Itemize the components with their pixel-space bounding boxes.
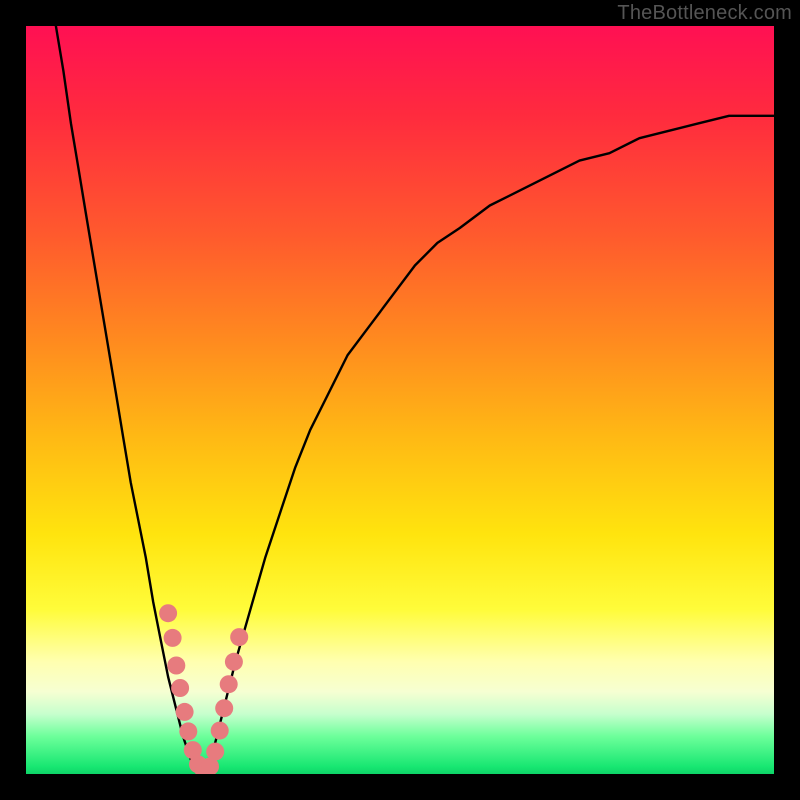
curve-marker-dot [206, 743, 224, 761]
curve-layer [26, 26, 774, 774]
curve-marker-dot [179, 722, 197, 740]
curve-marker-dot [220, 675, 238, 693]
curve-marker-dot [164, 629, 182, 647]
plot-area [26, 26, 774, 774]
curve-marker-dot [211, 722, 229, 740]
watermark-text: TheBottleneck.com [617, 2, 792, 25]
chart-frame: TheBottleneck.com [0, 0, 800, 800]
bottleneck-curve-path [56, 26, 774, 774]
curve-marker-dot [176, 703, 194, 721]
curve-marker-dot [159, 604, 177, 622]
curve-marker-dot [167, 657, 185, 675]
curve-marker-dot [230, 628, 248, 646]
curve-markers [159, 604, 248, 774]
curve-marker-dot [225, 653, 243, 671]
curve-marker-dot [171, 679, 189, 697]
curve-marker-dot [215, 699, 233, 717]
